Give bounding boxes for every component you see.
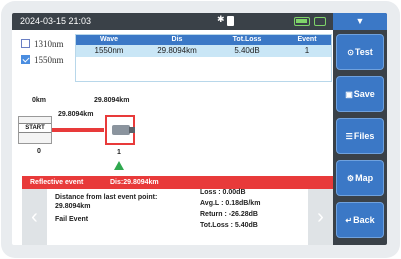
wavelength-1550-checkbox[interactable] — [21, 55, 30, 64]
tot-loss-value: Tot.Loss : 5.40dB — [200, 222, 258, 229]
status-bar: 2024-03-15 21:03 ✱ — [12, 13, 333, 30]
save-button[interactable]: ▣Save — [336, 76, 384, 112]
end-distance: 29.8094km — [94, 97, 130, 104]
from-last-label: Distance from last event point: — [55, 194, 158, 201]
files-button[interactable]: ☰Files — [336, 118, 384, 154]
datetime: 2024-03-15 21:03 — [20, 16, 92, 26]
segment-distance: 29.8094km — [58, 111, 94, 118]
event-node[interactable] — [105, 115, 135, 145]
chevron-down-icon: ▼ — [355, 16, 365, 26]
wavelength-1550-option[interactable]: 1550nm — [21, 55, 64, 65]
loss-value: Loss : 0.00dB — [200, 189, 246, 196]
next-event-button[interactable]: › — [308, 189, 333, 245]
header-event: Event — [297, 36, 317, 43]
event-title-bar: Reflective event Dis:29.8094km — [22, 176, 333, 189]
test-icon: ⊙ — [347, 48, 354, 57]
bluetooth-icon: ✱ — [217, 14, 225, 24]
table-header: Wave Dis Tot.Loss Event — [76, 35, 331, 45]
avg-loss-value: Avg.L : 0.18dB/km — [200, 200, 261, 207]
header-tot-loss: Tot.Loss — [232, 36, 262, 43]
sidebar: ▼ ⊙Test ▣Save ☰Files ⚙Map ↵Back — [333, 13, 387, 245]
cell-wave: 1550nm — [94, 46, 124, 55]
back-icon: ↵ — [345, 216, 353, 225]
map-label: Map — [355, 173, 374, 183]
start-distance: 0km — [32, 97, 47, 104]
event-marker-icon — [114, 161, 124, 170]
header-dis: Dis — [171, 36, 183, 43]
start-node[interactable]: START — [18, 116, 52, 144]
map-icon: ⚙ — [346, 174, 355, 183]
files-label: Files — [353, 131, 375, 141]
charging-icon — [314, 17, 326, 26]
wavelength-1310-checkbox[interactable] — [21, 39, 30, 48]
event-index: 1 — [117, 149, 121, 156]
device-frame: 2024-03-15 21:03 ✱ 1310nm 1550nm Wave Di… — [1, 1, 400, 258]
sd-card-icon — [227, 16, 234, 26]
battery-icon — [294, 17, 310, 26]
otdr-screen: 2024-03-15 21:03 ✱ 1310nm 1550nm Wave Di… — [12, 13, 387, 245]
chevron-left-icon: ‹ — [31, 206, 38, 228]
back-label: Back — [353, 215, 375, 225]
cell-event: 1 — [304, 46, 310, 55]
return-value: Return : -26.28dB — [200, 211, 258, 218]
results-table: Wave Dis Tot.Loss Event 1550nm 29.8094km… — [75, 34, 332, 82]
save-icon: ▣ — [345, 90, 353, 99]
connector-icon — [112, 125, 135, 135]
prev-event-button[interactable]: ‹ — [22, 189, 47, 245]
fiber-segment — [52, 128, 104, 132]
from-last-value: 29.8094km — [55, 203, 91, 210]
start-index: 0 — [37, 148, 41, 155]
chevron-right-icon: › — [317, 206, 324, 228]
cell-tot-loss: 5.40dB — [234, 46, 260, 55]
table-row[interactable]: 1550nm 29.8094km 5.40dB 1 — [76, 45, 331, 57]
files-icon: ☰ — [345, 132, 353, 141]
back-button[interactable]: ↵Back — [336, 202, 384, 238]
test-label: Test — [354, 47, 373, 57]
event-distance: Dis:29.8094km — [110, 179, 159, 186]
cell-dis: 29.8094km — [157, 46, 197, 55]
map-button[interactable]: ⚙Map — [336, 160, 384, 196]
start-label: START — [19, 123, 51, 133]
wavelength-1550-label: 1550nm — [34, 55, 64, 65]
event-result: Fail Event — [55, 216, 89, 223]
save-label: Save — [353, 89, 375, 99]
event-title: Reflective event — [30, 179, 84, 186]
menu-button[interactable]: ▼ — [333, 13, 387, 30]
test-button[interactable]: ⊙Test — [336, 34, 384, 70]
header-wave: Wave — [99, 36, 119, 43]
wavelength-1310-option[interactable]: 1310nm — [21, 39, 64, 49]
wavelength-1310-label: 1310nm — [34, 39, 64, 49]
